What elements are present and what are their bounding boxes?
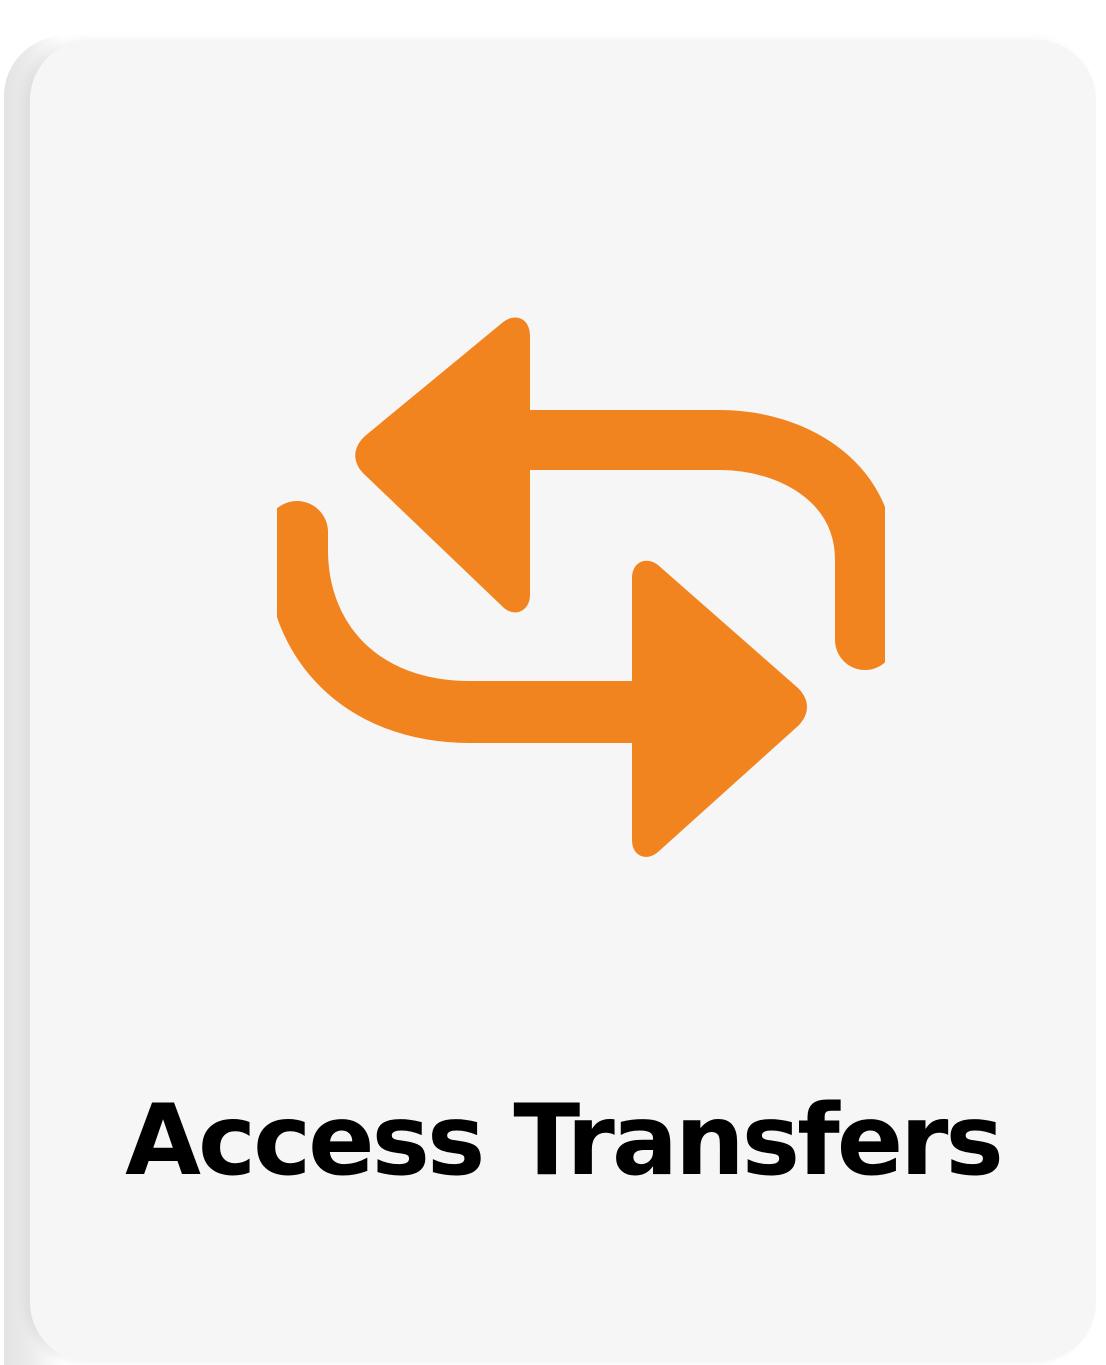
tile-label: Access Transfers: [125, 1084, 1004, 1198]
access-transfers-tile[interactable]: Access Transfers: [30, 40, 1096, 1362]
left-arrow-shape: [355, 317, 885, 670]
right-arrow-shape: [277, 501, 807, 857]
transfer-arrows-icon: [277, 308, 885, 862]
